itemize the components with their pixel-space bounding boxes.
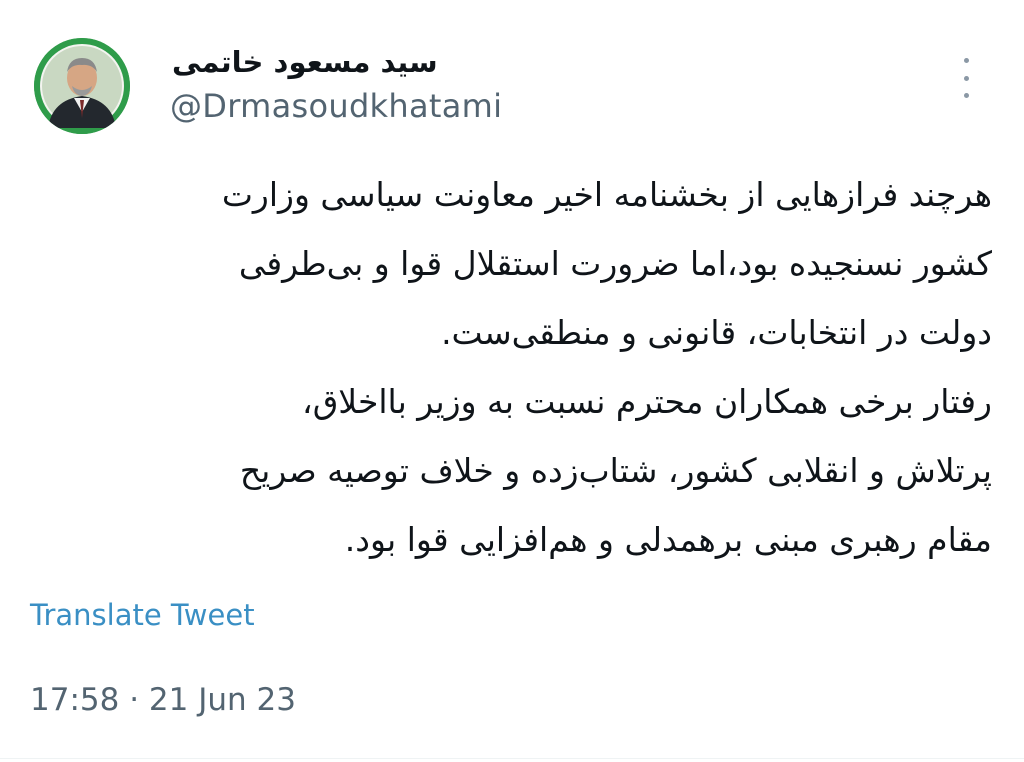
tweet-card: سید مسعود خاتمی @Drmasoudkhatami هرچند ف… — [0, 0, 1024, 762]
translate-tweet-link[interactable]: Translate Tweet — [30, 598, 255, 632]
more-dot — [963, 58, 969, 63]
avatar[interactable] — [34, 38, 130, 134]
more-dot — [963, 75, 969, 81]
more-vertical-icon[interactable] — [954, 58, 978, 98]
author-block: سید مسعود خاتمی @Drmasoudkhatami — [170, 44, 870, 126]
tweet-text: هرچند فرازهایی از بخشنامه اخیر معاونت سی… — [30, 160, 992, 574]
avatar-image — [34, 38, 130, 134]
tweet-timestamp[interactable]: 17:58 · 21 Jun 23 — [30, 682, 296, 718]
tweet-text-line: رفتار برخی همکاران محترم نسبت به وزیر با… — [302, 382, 992, 421]
tweet-text-line: پرتلاش و انقلابی کشور، شتاب‌زده و خلاف ت… — [239, 451, 992, 490]
author-display-name[interactable]: سید مسعود خاتمی — [170, 44, 438, 80]
author-handle[interactable]: @Drmasoudkhatami — [170, 86, 870, 126]
more-dot — [963, 93, 969, 98]
tweet-text-line: دولت در انتخابات، قانونی و منطقی‌ست. — [441, 313, 992, 352]
tweet-header: سید مسعود خاتمی @Drmasoudkhatami — [30, 38, 994, 138]
tweet-text-line: کشور نسنجیده بود،اما ضرورت استقلال قوا و… — [238, 244, 992, 283]
divider — [0, 758, 1024, 759]
tweet-text-line: هرچند فرازهایی از بخشنامه اخیر معاونت سی… — [221, 175, 992, 214]
tweet-text-line: مقام رهبری مبنی برهمدلی و هم‌افزایی قوا … — [344, 520, 992, 559]
